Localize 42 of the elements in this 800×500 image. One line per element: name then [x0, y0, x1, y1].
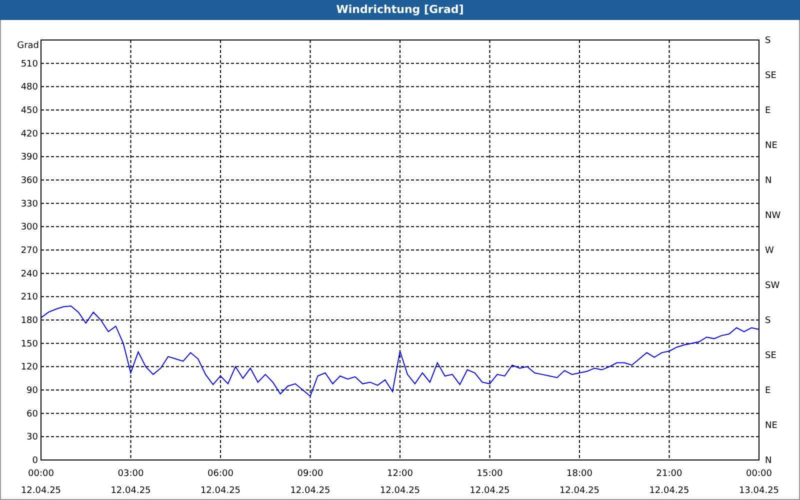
- y-tick-label: 210: [20, 292, 38, 303]
- y-tick-label: 390: [20, 152, 38, 163]
- x-tick-label: 18:00 12.04.25: [559, 469, 600, 496]
- x-tick-label: 00:00 12.04.25: [20, 469, 62, 496]
- y-tick-label: 480: [20, 82, 38, 93]
- direction-tick-label: S: [765, 316, 771, 326]
- direction-tick-label: NW: [765, 211, 781, 221]
- y-axis-label: Grad: [17, 41, 39, 51]
- direction-tick-label: SE: [765, 351, 776, 361]
- x-tick-label: 12:00 12.04.25: [380, 469, 420, 496]
- y-tick-label: 450: [20, 106, 38, 116]
- y-tick-label: 90: [26, 386, 38, 396]
- y-tick-label: 120: [20, 362, 38, 373]
- x-tick-label: 15:00 12.04.25: [470, 469, 510, 496]
- direction-tick-label: E: [765, 106, 771, 116]
- y-tick-label: 420: [20, 129, 38, 140]
- x-tick-label: 03:00 12.04.25: [110, 469, 151, 496]
- y-tick-label: 360: [20, 176, 38, 186]
- direction-tick-label: SE: [765, 71, 776, 81]
- y-tick-label: 510: [20, 59, 38, 70]
- direction-tick-label: S: [765, 36, 771, 46]
- y-tick-label: 180: [20, 316, 38, 326]
- direction-tick-label: NE: [765, 141, 778, 151]
- y-tick-label: 0: [32, 456, 38, 466]
- y-tick-label: 240: [20, 269, 38, 280]
- direction-tick-label: SW: [765, 281, 780, 291]
- y-tick-label: 270: [20, 246, 38, 256]
- x-tick-label: 00:00 13.04.25: [738, 469, 780, 496]
- y-tick-label: 330: [20, 199, 38, 210]
- y-tick-label: 300: [20, 222, 38, 233]
- x-tick-label: 06:00 12.04.25: [200, 469, 241, 496]
- direction-tick-label: N: [765, 456, 772, 466]
- x-tick-label: 21:00 12.04.25: [649, 469, 690, 496]
- y-tick-label: 60: [26, 409, 38, 420]
- x-tick-label: 09:00 12.04.25: [290, 469, 330, 496]
- y-tick-label: 30: [26, 432, 38, 443]
- direction-tick-label: W: [765, 246, 774, 256]
- window-title-bar: Windrichtung [Grad]: [0, 0, 800, 20]
- direction-tick-label: E: [765, 386, 771, 396]
- y-tick-label: 150: [20, 339, 38, 350]
- direction-tick-label: N: [765, 176, 772, 186]
- direction-tick-label: NE: [765, 421, 778, 431]
